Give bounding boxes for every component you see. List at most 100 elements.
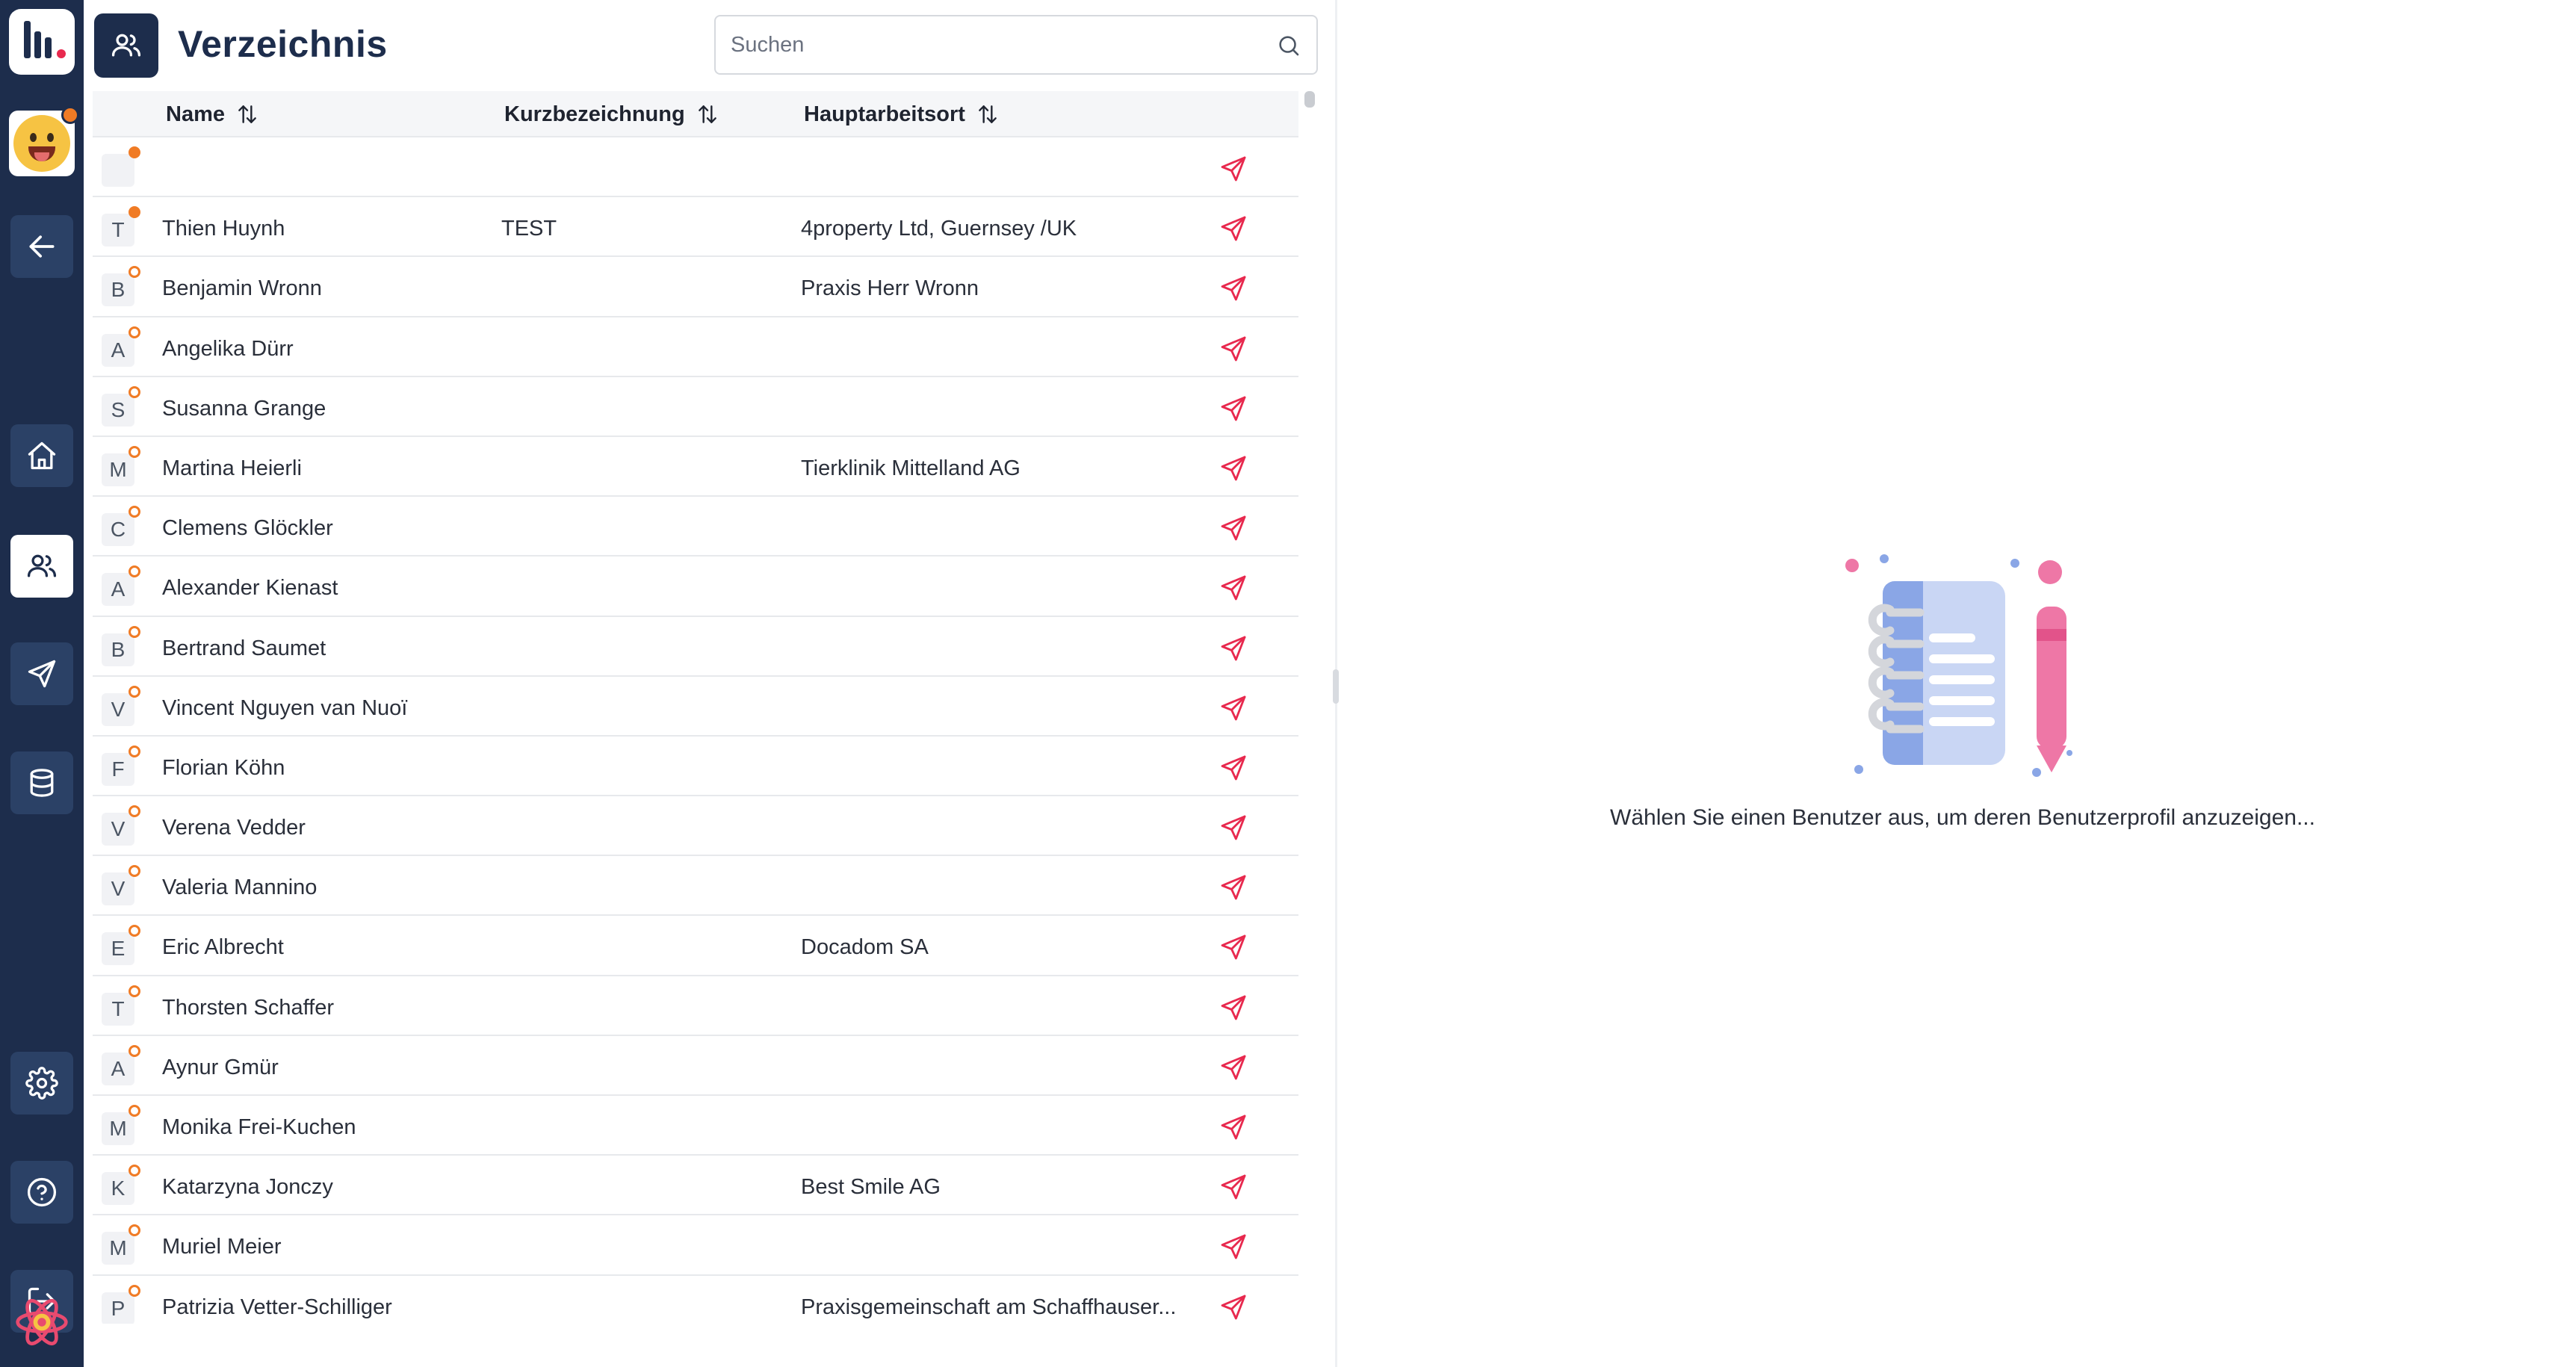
send-message-icon[interactable] xyxy=(1219,273,1248,303)
user-workplace: Praxisgemeinschaft am Schaffhauser... xyxy=(801,1295,1177,1319)
notebook-illustration xyxy=(1845,554,2072,777)
send-icon xyxy=(28,660,56,688)
user-name: Angelika Dürr xyxy=(162,336,294,361)
user-workplace: Praxis Herr Wronn xyxy=(801,276,979,301)
status-indicator xyxy=(129,1224,140,1237)
table-row[interactable]: A Angelika Dürr xyxy=(93,317,1298,377)
user-short-name: TEST xyxy=(501,217,557,241)
column-name[interactable]: Name xyxy=(166,102,259,127)
avatar: B xyxy=(102,625,140,666)
search-box[interactable] xyxy=(714,15,1318,75)
send-message-icon[interactable] xyxy=(1219,214,1248,244)
back-button[interactable] xyxy=(10,215,73,278)
send-message-icon[interactable] xyxy=(1219,394,1248,424)
status-indicator xyxy=(129,1044,140,1057)
nav-directory[interactable] xyxy=(10,535,73,598)
status-indicator xyxy=(129,1284,140,1297)
table-row[interactable]: A Aynur Gmür xyxy=(93,1036,1298,1096)
column-place[interactable]: Hauptarbeitsort xyxy=(804,102,1000,127)
status-indicator xyxy=(129,445,140,458)
avatar: S xyxy=(102,385,140,427)
send-message-icon[interactable] xyxy=(1219,993,1248,1023)
nav-settings[interactable] xyxy=(10,1052,73,1115)
status-indicator xyxy=(129,805,140,818)
sort-icon[interactable] xyxy=(976,102,1000,127)
send-message-icon[interactable] xyxy=(1219,1292,1248,1322)
send-message-icon[interactable] xyxy=(1219,753,1248,783)
nav-home[interactable] xyxy=(10,424,73,487)
send-message-icon[interactable] xyxy=(1219,573,1248,603)
status-indicator xyxy=(129,326,140,338)
search-input[interactable] xyxy=(731,16,1254,73)
table-row[interactable]: B Benjamin Wronn Praxis Herr Wronn xyxy=(93,257,1298,317)
table-row[interactable]: M Muriel Meier xyxy=(93,1215,1298,1276)
send-message-icon[interactable] xyxy=(1219,1232,1248,1262)
table-row[interactable]: V Valeria Mannino xyxy=(93,856,1298,917)
send-message-icon[interactable] xyxy=(1219,693,1248,723)
table-scrollbar[interactable] xyxy=(1304,91,1315,108)
status-indicator xyxy=(129,865,140,878)
panel-resize-handle[interactable] xyxy=(1333,669,1339,704)
user-name: Monika Frei-Kuchen xyxy=(162,1115,356,1139)
nav-messages[interactable] xyxy=(10,642,73,705)
user-name: Benjamin Wronn xyxy=(162,276,322,301)
react-devtools-icon[interactable] xyxy=(13,1294,70,1351)
sort-icon[interactable] xyxy=(235,102,259,127)
send-message-icon[interactable] xyxy=(1219,1112,1248,1142)
table-row[interactable]: T Thien Huynh TEST 4property Ltd, Guernsey … xyxy=(93,197,1298,258)
avatar: V xyxy=(102,805,140,846)
user-name: Eric Albrecht xyxy=(162,935,284,960)
avatar xyxy=(102,146,140,187)
user-name: Martina Heierli xyxy=(162,456,302,480)
avatar: E xyxy=(102,925,140,966)
avatar: K xyxy=(102,1165,140,1206)
send-message-icon[interactable] xyxy=(1219,453,1248,483)
table-row[interactable]: F Florian Köhn xyxy=(93,737,1298,797)
send-message-icon[interactable] xyxy=(1219,1172,1248,1202)
home-icon xyxy=(28,441,56,470)
table-row[interactable] xyxy=(93,137,1298,198)
table-row[interactable]: B Bertrand Saumet xyxy=(93,617,1298,677)
table-row[interactable]: P Patrizia Vetter-Schilliger Praxisgemeins… xyxy=(93,1276,1298,1324)
table-body: T Thien Huynh TEST 4property Ltd, Guernsey … xyxy=(93,137,1298,1324)
users-icon xyxy=(111,34,141,57)
user-name: Clemens Glöckler xyxy=(162,516,333,541)
send-message-icon[interactable] xyxy=(1219,813,1248,843)
avatar: C xyxy=(102,506,140,547)
notification-badge xyxy=(61,106,79,124)
avatar: T xyxy=(102,206,140,247)
send-message-icon[interactable] xyxy=(1219,1053,1248,1082)
search-icon[interactable] xyxy=(1276,33,1301,58)
table-row[interactable]: S Susanna Grange xyxy=(93,377,1298,437)
avatar: M xyxy=(102,1105,140,1145)
send-message-icon[interactable] xyxy=(1219,932,1248,962)
table-row[interactable]: T Thorsten Schaffer xyxy=(93,976,1298,1036)
settings-icon xyxy=(25,1067,58,1100)
app-logo[interactable] xyxy=(9,9,75,75)
table-row[interactable]: C Clemens Glöckler xyxy=(93,497,1298,557)
table-row[interactable]: V Verena Vedder xyxy=(93,796,1298,857)
table-row[interactable]: V Vincent Nguyen van Nuoï xyxy=(93,677,1298,737)
sort-icon[interactable] xyxy=(696,102,719,127)
user-name: Florian Köhn xyxy=(162,755,285,780)
send-message-icon[interactable] xyxy=(1219,633,1248,663)
send-message-icon[interactable] xyxy=(1219,513,1248,543)
status-indicator xyxy=(129,146,140,158)
table-row[interactable]: M Monika Frei-Kuchen xyxy=(93,1096,1298,1156)
column-short[interactable]: Kurzbezeichnung xyxy=(504,102,719,127)
avatar: A xyxy=(102,1044,140,1085)
user-avatar[interactable] xyxy=(9,106,79,176)
help-icon xyxy=(27,1177,57,1207)
send-message-icon[interactable] xyxy=(1219,872,1248,902)
table-row[interactable]: M Martina Heierli Tierklinik Mittelland AG xyxy=(93,437,1298,497)
table-row[interactable]: A Alexander Kienast xyxy=(93,557,1298,617)
database-icon xyxy=(30,769,54,797)
send-message-icon[interactable] xyxy=(1219,334,1248,364)
nav-help[interactable] xyxy=(10,1161,73,1224)
nav-database[interactable] xyxy=(10,751,73,814)
send-message-icon[interactable] xyxy=(1219,154,1248,184)
table-row[interactable]: K Katarzyna Jonczy Best Smile AG xyxy=(93,1156,1298,1216)
table-row[interactable]: E Eric Albrecht Docadom SA xyxy=(93,916,1298,976)
avatar: F xyxy=(102,745,140,786)
status-indicator xyxy=(129,506,140,518)
